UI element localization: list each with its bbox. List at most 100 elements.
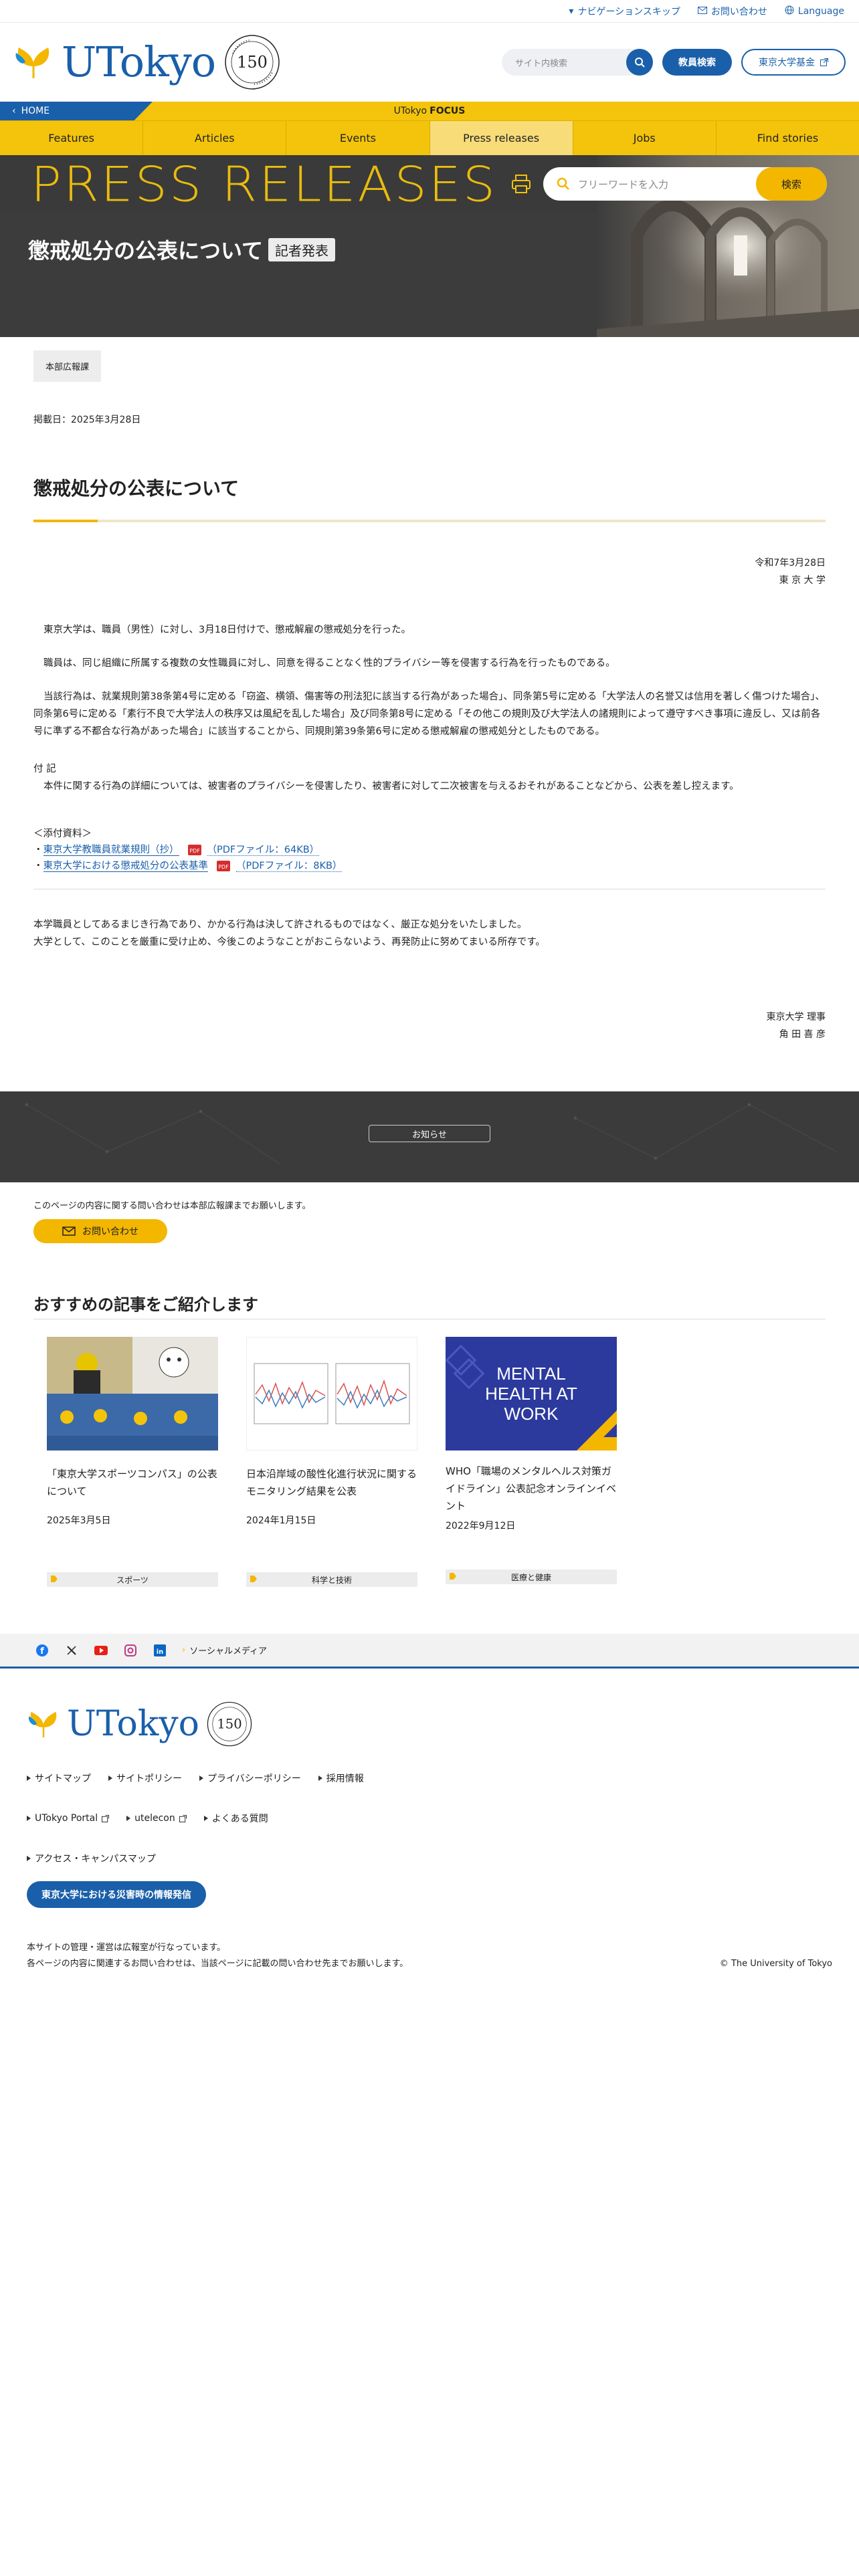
press-search-input[interactable]: フリーワードを入力 検索 — [543, 167, 827, 201]
card-tag[interactable]: スポーツ — [47, 1572, 218, 1587]
youtube-icon[interactable] — [94, 1643, 108, 1658]
signer-name: 角 田 喜 彦 — [779, 1029, 826, 1040]
notice-band: お知らせ — [0, 1091, 859, 1182]
article-card[interactable]: MENTAL HEALTH AT WORK WHO「職場のメンタルヘルス対策ガイ… — [446, 1337, 617, 1587]
fund-button[interactable]: 東京大学基金 — [741, 49, 846, 76]
external-link-icon — [820, 58, 828, 66]
issue-date: 令和7年3月28日 — [755, 558, 826, 568]
caret-down-icon: ▾ — [569, 5, 574, 17]
attachment-item: ・東京大学における懲戒処分の公表基準 PDF （PDFファイル：8KB） — [33, 861, 343, 872]
tag-icon — [250, 1576, 257, 1582]
article: 本部広報課 掲載日：2025年3月28日 懲戒処分の公表について 令和7年3月2… — [0, 337, 859, 1043]
closing-statement: 本学職員としてあるまじき行為であり、かかる行為は決して許されるものではなく、厳正… — [33, 920, 545, 948]
pdf-icon: PDF — [217, 861, 230, 871]
external-link-icon — [179, 1814, 187, 1822]
x-icon[interactable] — [64, 1643, 79, 1658]
home-link[interactable]: ‹ HOME — [0, 102, 153, 120]
issue-date-block: 令和7年3月28日 東 京 大 学 — [33, 554, 826, 589]
paragraph-3: 当該行為は、就業規則第38条第4号に定める「窃盗、横領、傷害等の刑法犯に該当する… — [33, 691, 825, 737]
card-tag[interactable]: 科学と技術 — [246, 1572, 417, 1587]
article-heading: 懲戒処分の公表について — [33, 477, 240, 500]
attachment-meta[interactable]: （PDFファイル：8KB） — [236, 861, 343, 872]
contact-section: このページの内容に関する問い合わせは本部広報課までお願いします。 お問い合わせ — [0, 1182, 859, 1243]
svg-text:in: in — [157, 1648, 164, 1656]
hero-banner: PRESS RELEASES フリーワードを入力 検索 懲戒処分の公表について … — [0, 155, 859, 337]
department-badge[interactable]: 本部広報課 — [33, 350, 102, 382]
footer-link-recruit[interactable]: 採用情報 — [318, 1772, 364, 1785]
section-title: PRESS RELEASES — [31, 156, 497, 213]
svg-text:150: 150 — [217, 1717, 242, 1732]
footer-link-privacy[interactable]: プライバシーポリシー — [199, 1772, 301, 1785]
footer-link-utelecon[interactable]: utelecon — [126, 1812, 187, 1825]
footer-link-portal[interactable]: UTokyo Portal — [27, 1812, 110, 1825]
copyright: © The University of Tokyo — [719, 1959, 832, 1969]
article-card[interactable]: 「東京大学スポーツコンパス」の公表について 2025年3月5日 スポーツ — [47, 1337, 218, 1587]
site-search-input[interactable]: サイト内検索 — [502, 49, 653, 76]
footer-link-faq[interactable]: よくある質問 — [204, 1812, 268, 1825]
footer-bottom: 本サイトの管理・運営は広報室が行なっています。 各ページの内容に関連するお問い合… — [27, 1940, 832, 1972]
instagram-icon[interactable] — [123, 1643, 138, 1658]
recommended-heading: おすすめの記事をご紹介します — [33, 1291, 826, 1319]
pdf-icon: PDF — [187, 845, 201, 855]
footer-link-site-policy[interactable]: サイトポリシー — [108, 1772, 182, 1785]
page-title: 懲戒処分の公表について — [28, 238, 264, 263]
card-title: WHO「職場のメンタルヘルス対策ガイドライン」公表記念オンラインイベント — [446, 1465, 617, 1512]
chevron-right-icon: › — [182, 1645, 186, 1655]
language-link[interactable]: Language — [785, 5, 844, 17]
footer-link-access[interactable]: アクセス・キャンパスマップ — [27, 1852, 156, 1865]
social-media-link[interactable]: › ソーシャルメディア — [182, 1644, 267, 1656]
tag-icon — [51, 1576, 58, 1582]
svg-text:f: f — [40, 1646, 44, 1656]
contact-text: このページの内容に関する問い合わせは本部広報課までお願いします。 — [33, 1201, 311, 1211]
footer-logo-wordmark: UTokyo — [67, 1704, 199, 1744]
linkedin-icon[interactable]: in — [153, 1643, 167, 1658]
footer-notes: 本サイトの管理・運営は広報室が行なっています。 各ページの内容に関連するお問い合… — [27, 1943, 409, 1969]
ginkgo-leaf-icon — [15, 47, 50, 78]
attachment-item: ・東京大学教職員就業規則（抄） PDF （PDFファイル：64KB） — [33, 845, 320, 856]
footer-logo[interactable]: UTokyo 150 — [27, 1701, 832, 1747]
chevron-left-icon: ‹ — [12, 106, 16, 116]
paragraph-1: 東京大学は、職員（男性）に対し、3月18日付けで、懲戒解雇の懲戒処分を行った。 — [43, 625, 411, 635]
nav-features[interactable]: Features — [0, 121, 144, 155]
mail-icon — [62, 1226, 76, 1236]
facebook-icon[interactable]: f — [35, 1643, 50, 1658]
nav-find-stories[interactable]: Find stories — [717, 121, 859, 155]
skip-nav-link[interactable]: ▾ ナビゲーションスキップ — [569, 5, 680, 18]
notice-button[interactable]: お知らせ — [369, 1125, 490, 1142]
faculty-search-button[interactable]: 教員検索 — [662, 49, 732, 76]
main-nav: Features Articles Events Press releases … — [0, 120, 859, 155]
posted-date: 掲載日：2025年3月28日 — [33, 415, 141, 425]
recommended-section: おすすめの記事をご紹介します 「東京大学スポーツコンパス」の公表について 202… — [0, 1291, 859, 1587]
attachment-link[interactable]: 東京大学教職員就業規則（抄） — [43, 845, 179, 856]
card-title: 「東京大学スポーツコンパス」の公表について — [47, 1468, 217, 1497]
note-text: 本件に関する行為の詳細については、被害者のプライバシーを侵害したり、被害者に対し… — [43, 781, 739, 792]
search-icon — [635, 58, 645, 68]
header-actions: サイト内検索 教員検索 東京大学基金 — [502, 49, 846, 76]
note-block: 付 記 本件に関する行為の詳細については、被害者のプライバシーを侵害したり、被害… — [33, 760, 826, 795]
svg-text:150: 150 — [237, 53, 268, 72]
anniversary-150-badge: 150 — [225, 35, 280, 90]
mail-icon — [697, 6, 707, 17]
print-icon[interactable] — [510, 173, 533, 195]
nav-articles[interactable]: Articles — [143, 121, 287, 155]
contact-link[interactable]: お問い合わせ — [697, 5, 767, 18]
footer-link-sitemap[interactable]: サイトマップ — [27, 1772, 91, 1785]
note-label: 付 記 — [33, 764, 56, 774]
card-thumbnail-mental-health: MENTAL HEALTH AT WORK — [446, 1337, 617, 1451]
contact-button[interactable]: お問い合わせ — [33, 1219, 167, 1243]
attachment-meta[interactable]: （PDFファイル：64KB） — [207, 845, 320, 856]
attachments-label: ＜添付資料＞ — [33, 829, 92, 839]
card-tag[interactable]: 医療と健康 — [446, 1570, 617, 1584]
nav-jobs[interactable]: Jobs — [573, 121, 717, 155]
issuer-name: 東 京 大 学 — [779, 575, 826, 586]
site-logo[interactable]: UTokyo 150 — [13, 33, 281, 91]
hero-title-row: 懲戒処分の公表について 記者発表 — [28, 234, 336, 265]
disaster-info-button[interactable]: 東京大学における災害時の情報発信 — [27, 1881, 206, 1908]
press-search-button[interactable]: 検索 — [756, 167, 827, 201]
article-card[interactable]: 日本沿岸域の酸性化進行状況に関するモニタリング結果を公表 2024年1月15日 … — [246, 1336, 418, 1587]
attachment-link[interactable]: 東京大学における懲戒処分の公表基準 — [43, 861, 208, 872]
search-icon — [557, 177, 569, 190]
nav-events[interactable]: Events — [286, 121, 430, 155]
site-search-button[interactable] — [626, 49, 653, 76]
nav-press-releases[interactable]: Press releases — [430, 121, 573, 155]
